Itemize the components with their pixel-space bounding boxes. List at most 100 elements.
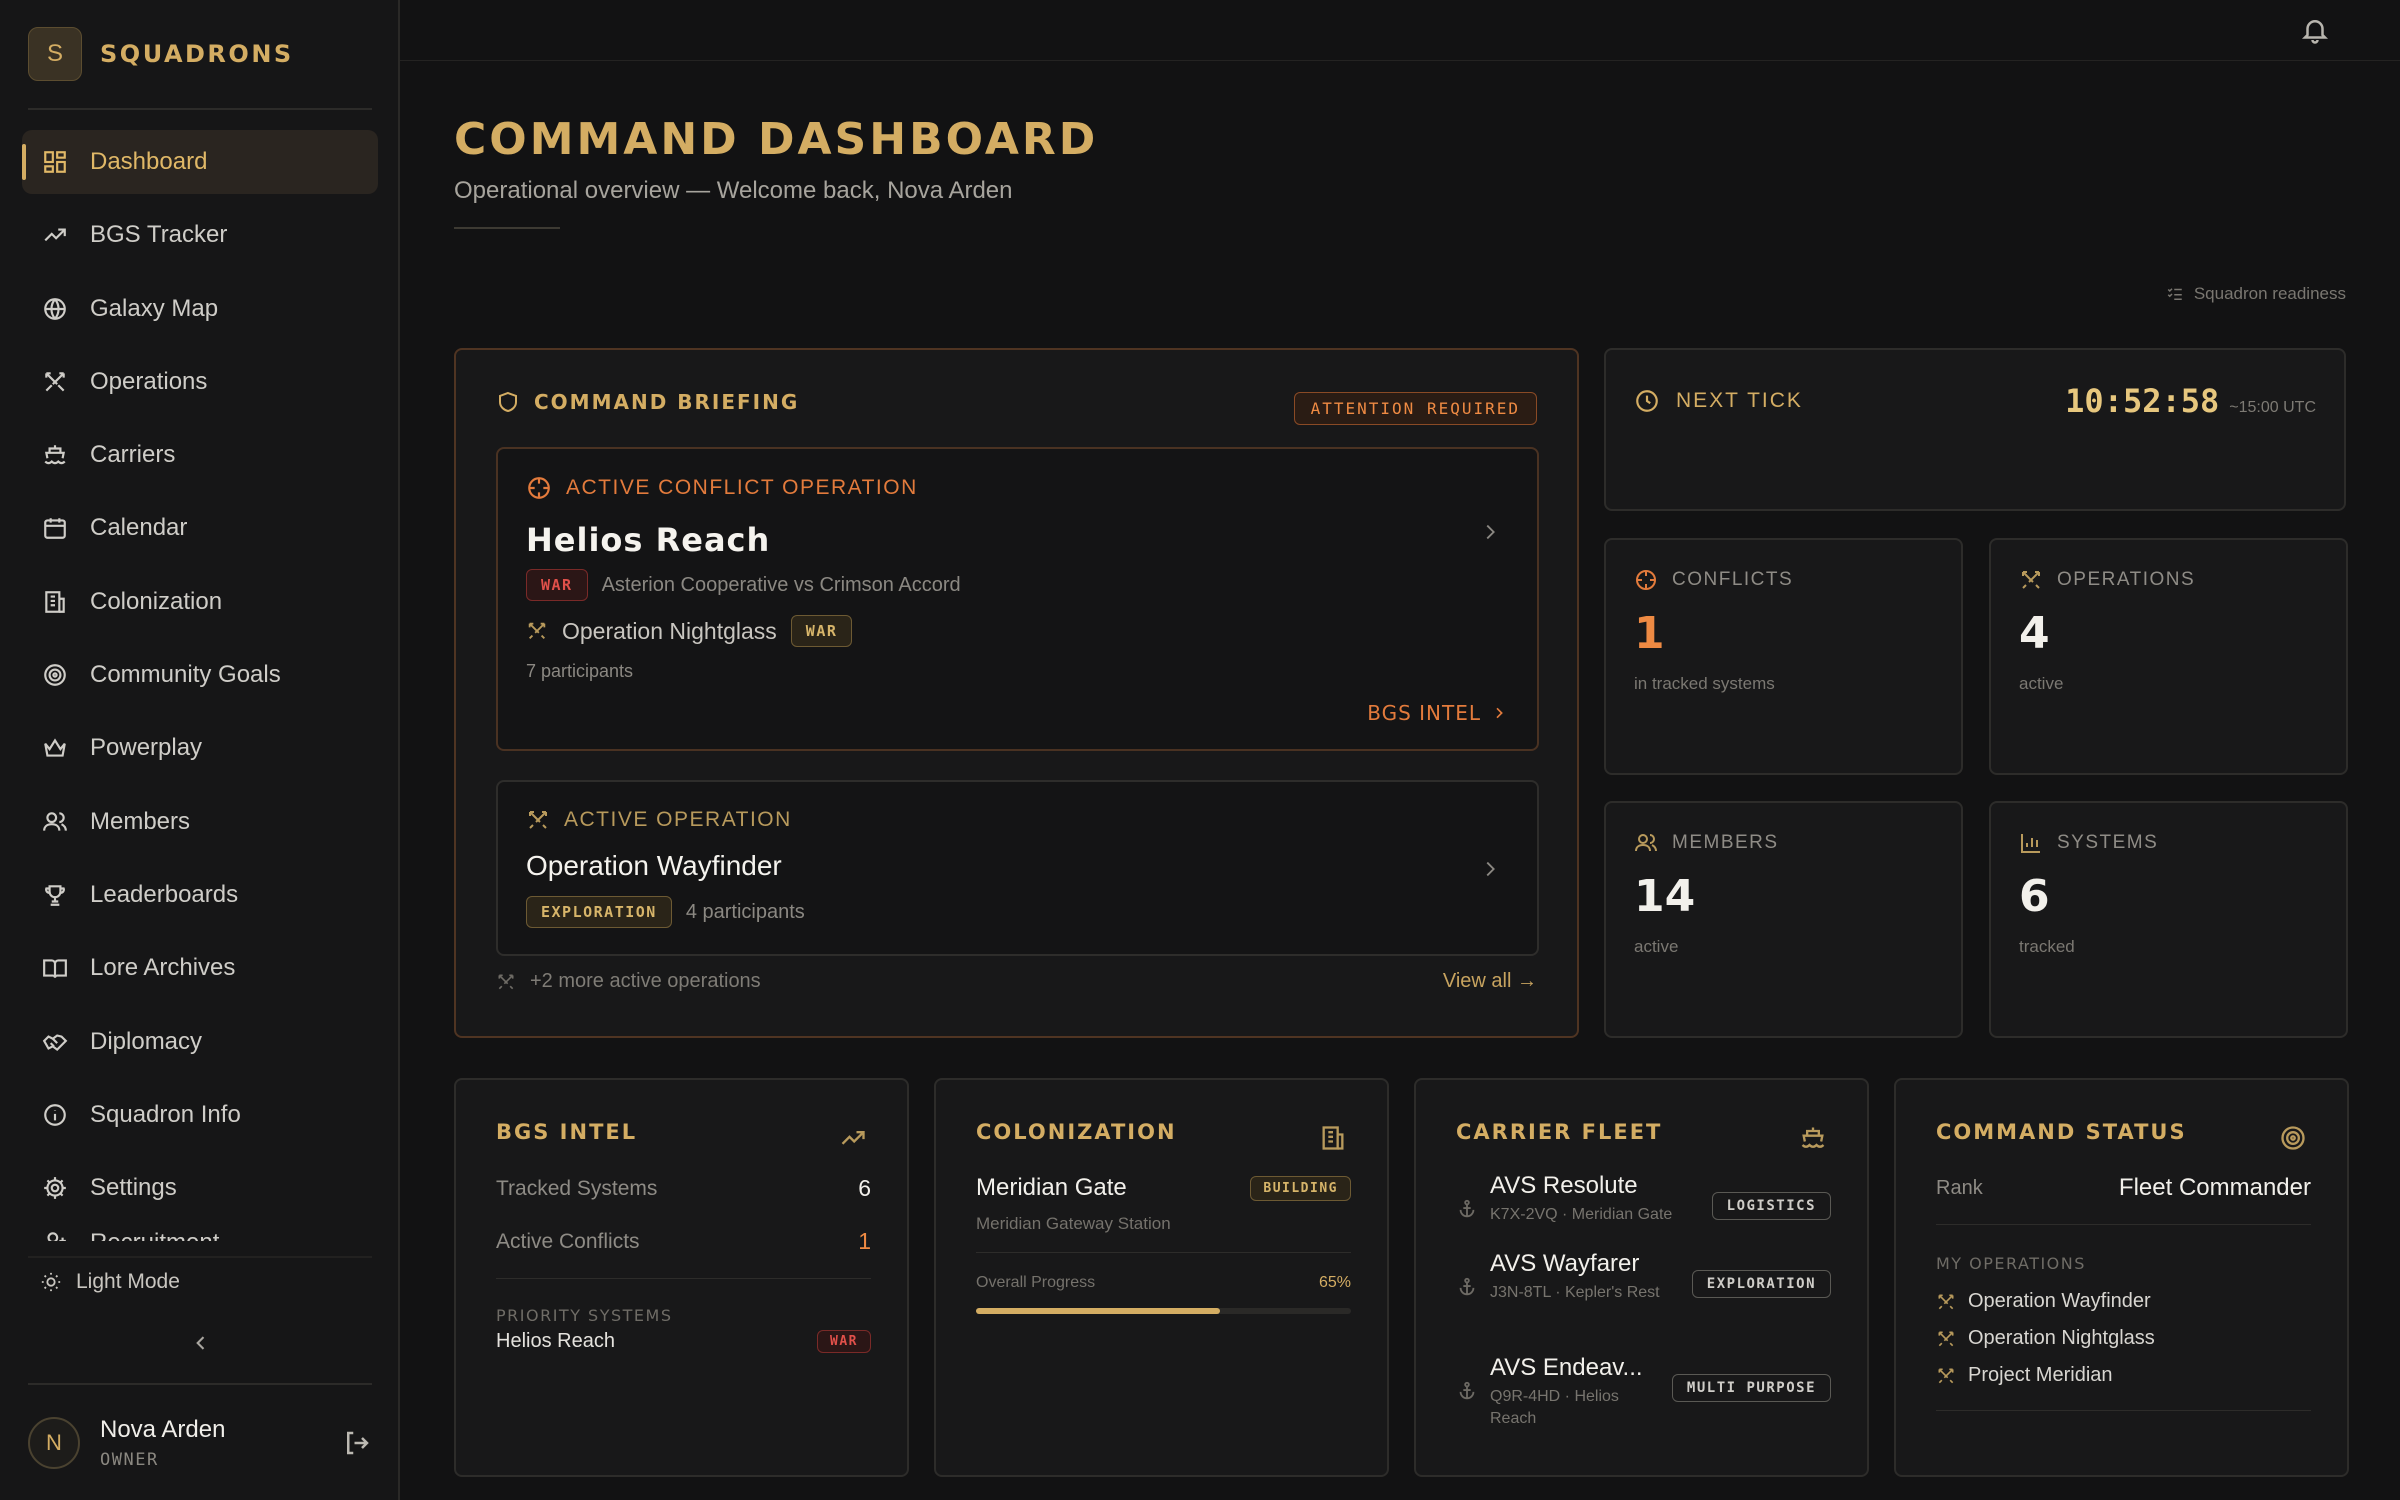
sidebar-item-label: Powerplay xyxy=(90,734,203,762)
colony-row: Meridian Gate BUILDING xyxy=(976,1174,1351,1202)
progress-row: Overall Progress 65% xyxy=(976,1274,1351,1292)
sidebar-item-settings[interactable]: Settings xyxy=(22,1156,378,1220)
stat-systems[interactable]: SYSTEMS 6 tracked xyxy=(1989,801,2348,1038)
logout-icon xyxy=(347,1431,369,1455)
sidebar-item-label: Settings xyxy=(90,1174,177,1202)
active-operation-card[interactable]: ACTIVE OPERATION Operation Wayfinder EXP… xyxy=(496,780,1539,956)
stat-label: SYSTEMS xyxy=(2019,831,2158,855)
stat-conflicts[interactable]: CONFLICTS 1 in tracked systems xyxy=(1604,538,1963,775)
stat-operations[interactable]: OPERATIONS 4 active xyxy=(1989,538,2348,775)
exploration-badge: EXPLORATION xyxy=(526,896,672,928)
crossed-swords-icon xyxy=(528,622,546,639)
stat-desc: tracked xyxy=(2019,937,2075,956)
sidebar-item-carriers[interactable]: Carriers xyxy=(22,423,378,487)
conflict-participants: 7 participants xyxy=(526,661,634,681)
carrier-info: AVS Wayfarer J3N-8TL · Kepler's Rest xyxy=(1490,1250,1660,1304)
stat-desc: active xyxy=(2019,674,2064,693)
sidebar-item-galaxy-map[interactable]: Galaxy Map xyxy=(22,277,378,341)
rank-value: Fleet Commander xyxy=(2118,1174,2311,1201)
clock-icon xyxy=(1636,390,1658,412)
tracked-systems-row: Tracked Systems 6 xyxy=(496,1175,871,1202)
view-all-link[interactable]: View all → xyxy=(1443,970,1537,993)
operation-kicker: ACTIVE OPERATION xyxy=(526,808,792,832)
divider xyxy=(1936,1410,2311,1411)
stat-value: 1 xyxy=(1634,608,1665,659)
user-info: Nova Arden OWNER xyxy=(100,1416,342,1470)
avatar[interactable]: N xyxy=(28,1417,80,1469)
conflict-factions: Asterion Cooperative vs Crimson Accord xyxy=(601,573,961,596)
attention-badge: ATTENTION REQUIRED xyxy=(1293,392,1537,425)
sidebar-item-powerplay[interactable]: Powerplay xyxy=(22,716,378,780)
stat-value: 6 xyxy=(2019,871,2050,922)
carrier-item[interactable]: AVS Endeav... Q9R-4HD · Helios Reach MUL… xyxy=(1456,1354,1831,1430)
stat-members[interactable]: MEMBERS 14 active xyxy=(1604,801,1963,1038)
carrier-fleet-card[interactable]: CARRIER FLEET AVS Resolute K7X-2VQ · Mer… xyxy=(1414,1078,1869,1477)
colonization-title: COLONIZATION xyxy=(976,1120,1177,1144)
my-operation-name: Operation Nightglass xyxy=(1968,1327,2155,1349)
target-icon xyxy=(44,664,66,686)
notifications-button[interactable] xyxy=(2300,15,2330,45)
progress-bar xyxy=(976,1308,1351,1314)
sidebar-item-members[interactable]: Members xyxy=(22,790,378,854)
sidebar-item-lore-archives[interactable]: Lore Archives xyxy=(22,936,378,1000)
active-conflict-card[interactable]: ACTIVE CONFLICT OPERATION Helios Reach W… xyxy=(496,447,1539,751)
priority-system-name: Helios Reach xyxy=(496,1330,615,1352)
sidebar-item-label: Recruitment xyxy=(90,1229,219,1241)
brand[interactable]: S SQUADRONS xyxy=(28,27,294,81)
tick-utc: ~15:00 UTC xyxy=(2229,399,2316,416)
tracked-systems-value: 6 xyxy=(858,1175,871,1201)
sidebar-item-bgs-tracker[interactable]: BGS Tracker xyxy=(22,203,378,267)
my-operation-item[interactable]: Operation Nightglass xyxy=(1936,1327,2155,1350)
sidebar-item-recruitment[interactable]: Recruitment xyxy=(22,1229,378,1242)
squadron-readiness[interactable]: Squadron readiness xyxy=(2166,284,2346,304)
colonization-card[interactable]: COLONIZATION Meridian Gate BUILDING Meri… xyxy=(934,1078,1389,1477)
crosshair-icon xyxy=(1636,570,1656,590)
readiness-label: Squadron readiness xyxy=(2193,284,2346,303)
crossed-swords-icon xyxy=(529,811,547,829)
logout-button[interactable] xyxy=(342,1428,372,1458)
bgs-intel-title: BGS INTEL xyxy=(496,1120,638,1144)
sidebar-item-colonization[interactable]: Colonization xyxy=(22,570,378,634)
light-mode-label: Light Mode xyxy=(76,1270,180,1293)
anchor-icon xyxy=(1459,1199,1475,1218)
sidebar-item-squadron-info[interactable]: Squadron Info xyxy=(22,1083,378,1147)
sun-icon xyxy=(41,1272,61,1292)
user-profile: N Nova Arden OWNER xyxy=(28,1412,372,1474)
operation-kicker-label: ACTIVE OPERATION xyxy=(564,808,792,831)
trophy-icon xyxy=(45,885,65,906)
sidebar-divider xyxy=(28,108,372,110)
rank-label: Rank xyxy=(1936,1176,1983,1199)
carrier-item[interactable]: AVS Resolute K7X-2VQ · Meridian Gate LOG… xyxy=(1456,1172,1831,1226)
war-badge: WAR xyxy=(817,1330,871,1353)
bgs-intel-link[interactable]: BGS INTEL xyxy=(1367,701,1507,725)
command-status-card[interactable]: COMMAND STATUS Rank Fleet Commander MY O… xyxy=(1894,1078,2349,1477)
building-icon xyxy=(1319,1124,1347,1152)
user-name: Nova Arden xyxy=(100,1416,226,1443)
carrier-item[interactable]: AVS Wayfarer J3N-8TL · Kepler's Rest EXP… xyxy=(1456,1250,1831,1304)
sidebar-item-dashboard[interactable]: Dashboard xyxy=(22,130,378,194)
my-operation-item[interactable]: Project Meridian xyxy=(1936,1364,2113,1387)
crosshair-icon xyxy=(528,477,550,499)
sidebar-item-calendar[interactable]: Calendar xyxy=(22,496,378,560)
shield-icon xyxy=(499,391,517,413)
priority-system-row[interactable]: Helios Reach WAR xyxy=(496,1330,871,1353)
light-mode-toggle[interactable]: Light Mode xyxy=(40,1270,180,1294)
collapse-sidebar-button[interactable] xyxy=(186,1328,216,1358)
crossed-swords-icon xyxy=(1938,1368,1954,1383)
sidebar-item-community-goals[interactable]: Community Goals xyxy=(22,643,378,707)
next-tick-title: NEXT TICK xyxy=(1676,389,1803,412)
carrier-role-badge: MULTI PURPOSE xyxy=(1671,1374,1831,1402)
my-operations-label: MY OPERATIONS xyxy=(1936,1254,2086,1273)
stat-desc: active xyxy=(1634,937,1679,956)
more-operations: +2 more active operations xyxy=(496,970,761,993)
sidebar-item-diplomacy[interactable]: Diplomacy xyxy=(22,1010,378,1074)
sidebar-item-operations[interactable]: Operations xyxy=(22,350,378,414)
progress-value: 65% xyxy=(1318,1274,1351,1291)
my-operation-item[interactable]: Operation Wayfinder xyxy=(1936,1290,2151,1313)
carrier-info: AVS Endeav... Q9R-4HD · Helios Reach xyxy=(1490,1354,1650,1430)
sidebar-item-label: Galaxy Map xyxy=(90,294,219,322)
bgs-intel-card[interactable]: BGS INTEL Tracked Systems 6 Active Confl… xyxy=(454,1078,909,1477)
sidebar-item-leaderboards[interactable]: Leaderboards xyxy=(22,863,378,927)
crossed-swords-icon xyxy=(2022,571,2040,589)
users-icon xyxy=(43,811,67,831)
